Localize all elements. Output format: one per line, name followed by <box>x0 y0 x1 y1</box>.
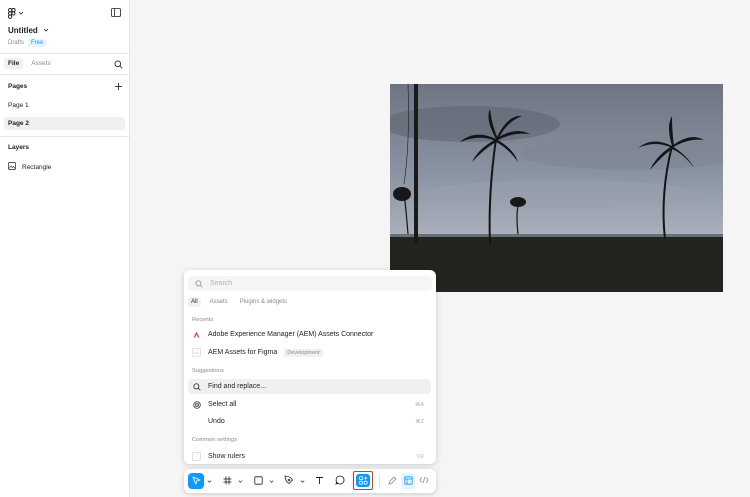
item-label: Show rulers <box>208 453 245 460</box>
left-sidebar: Untitled Drafts Free File Assets Pages P… <box>0 0 130 497</box>
recent-item-aem-assets[interactable]: </> AEM Assets for Figma Development <box>188 345 431 360</box>
item-label: Adobe Experience Manager (AEM) Assets Co… <box>208 331 374 338</box>
recent-item-aem-connector[interactable]: Adobe Experience Manager (AEM) Assets Co… <box>188 327 431 342</box>
file-name-button[interactable]: Untitled <box>8 26 49 35</box>
layers-heading: Layers <box>8 144 29 151</box>
suggestion-find-replace[interactable]: Find and replace... <box>188 379 431 394</box>
common-settings-heading: Common settings <box>192 437 238 443</box>
comment-tool-button[interactable] <box>333 473 347 489</box>
tab-all[interactable]: All <box>188 297 201 307</box>
design-mode-icon <box>403 475 413 487</box>
page-item-page-2[interactable]: Page 2 <box>4 117 125 130</box>
actions-button[interactable] <box>353 471 373 490</box>
rectangle-icon <box>253 475 263 487</box>
image-icon <box>8 162 16 172</box>
code-icon: </> <box>192 348 201 357</box>
suggestion-select-all[interactable]: Select all ⌘A <box>188 397 431 412</box>
actions-tabs: All Assets Plugins & widgets <box>188 297 290 307</box>
actions-icon <box>356 474 370 487</box>
shortcut-label: ⇧R <box>415 453 424 460</box>
target-icon <box>192 400 201 409</box>
development-tag: Development <box>284 348 323 357</box>
shortcut-label: ⌘Z <box>415 418 424 425</box>
suggestion-undo[interactable]: Undo ⌘Z <box>188 414 431 429</box>
item-label: Select all <box>208 401 237 408</box>
page-item-page-1[interactable]: Page 1 <box>4 99 125 112</box>
divider <box>0 53 129 54</box>
text-icon <box>315 476 324 487</box>
pages-heading: Pages <box>8 83 28 90</box>
layer-item-rectangle[interactable]: Rectangle <box>8 162 51 172</box>
move-tool-button[interactable] <box>188 473 204 489</box>
draw-mode-icon <box>387 475 397 487</box>
setting-show-rulers[interactable]: Show rulers ⇧R <box>188 449 431 464</box>
search-icon[interactable] <box>114 60 123 71</box>
comment-icon <box>335 475 345 487</box>
suggestions-heading: Suggestions <box>192 368 224 374</box>
dev-mode-button[interactable] <box>417 473 431 489</box>
chevron-down-icon <box>18 10 24 16</box>
file-title: Untitled <box>8 26 38 35</box>
sidebar-tabs: File Assets <box>4 58 55 69</box>
search-icon <box>192 382 201 391</box>
pen-icon <box>284 475 294 487</box>
recents-heading: Recents <box>192 317 214 323</box>
rectangle-image[interactable] <box>390 84 723 292</box>
cursor-arrow-icon <box>192 476 201 487</box>
tab-file[interactable]: File <box>4 58 24 69</box>
chevron-down-icon <box>43 26 49 35</box>
chevron-down-icon[interactable] <box>237 473 243 489</box>
main-menu-button[interactable] <box>8 7 24 19</box>
plan-badge[interactable]: Free <box>28 39 47 47</box>
pen-tool-button[interactable] <box>282 473 296 489</box>
actions-search-field[interactable]: Search <box>188 276 432 291</box>
item-label: Find and replace... <box>208 383 266 390</box>
layer-label: Rectangle <box>22 163 52 171</box>
figma-logo-icon <box>8 7 16 19</box>
code-icon <box>419 476 429 486</box>
shortcut-label: ⌘A <box>414 401 424 408</box>
item-label: Undo <box>208 418 225 425</box>
design-mode-button[interactable] <box>401 473 415 489</box>
chevron-down-icon[interactable] <box>299 473 305 489</box>
draw-mode-button[interactable] <box>385 473 399 489</box>
text-tool-button[interactable] <box>312 473 326 489</box>
shape-tool-button[interactable] <box>251 473 265 489</box>
add-page-icon[interactable] <box>114 82 123 93</box>
chevron-down-icon[interactable] <box>206 473 212 489</box>
tab-assets[interactable]: Assets <box>207 297 231 307</box>
frame-icon <box>223 476 232 487</box>
adobe-icon <box>192 330 201 339</box>
chevron-down-icon[interactable] <box>268 473 274 489</box>
divider <box>0 74 129 75</box>
search-placeholder: Search <box>210 280 233 287</box>
toggle-icon <box>192 452 201 461</box>
frame-tool-button[interactable] <box>220 473 234 489</box>
item-label: AEM Assets for Figma <box>208 349 278 356</box>
file-location[interactable]: Drafts <box>8 40 24 46</box>
actions-menu: Search All Assets Plugins & widgets Rece… <box>184 270 436 464</box>
bottom-toolbar <box>184 469 436 493</box>
divider <box>0 136 129 137</box>
tab-plugins-widgets[interactable]: Plugins & widgets <box>237 297 290 307</box>
toggle-sidebar-icon[interactable] <box>111 8 121 19</box>
divider <box>379 474 380 488</box>
search-icon <box>194 279 203 288</box>
tab-assets[interactable]: Assets <box>27 58 55 69</box>
